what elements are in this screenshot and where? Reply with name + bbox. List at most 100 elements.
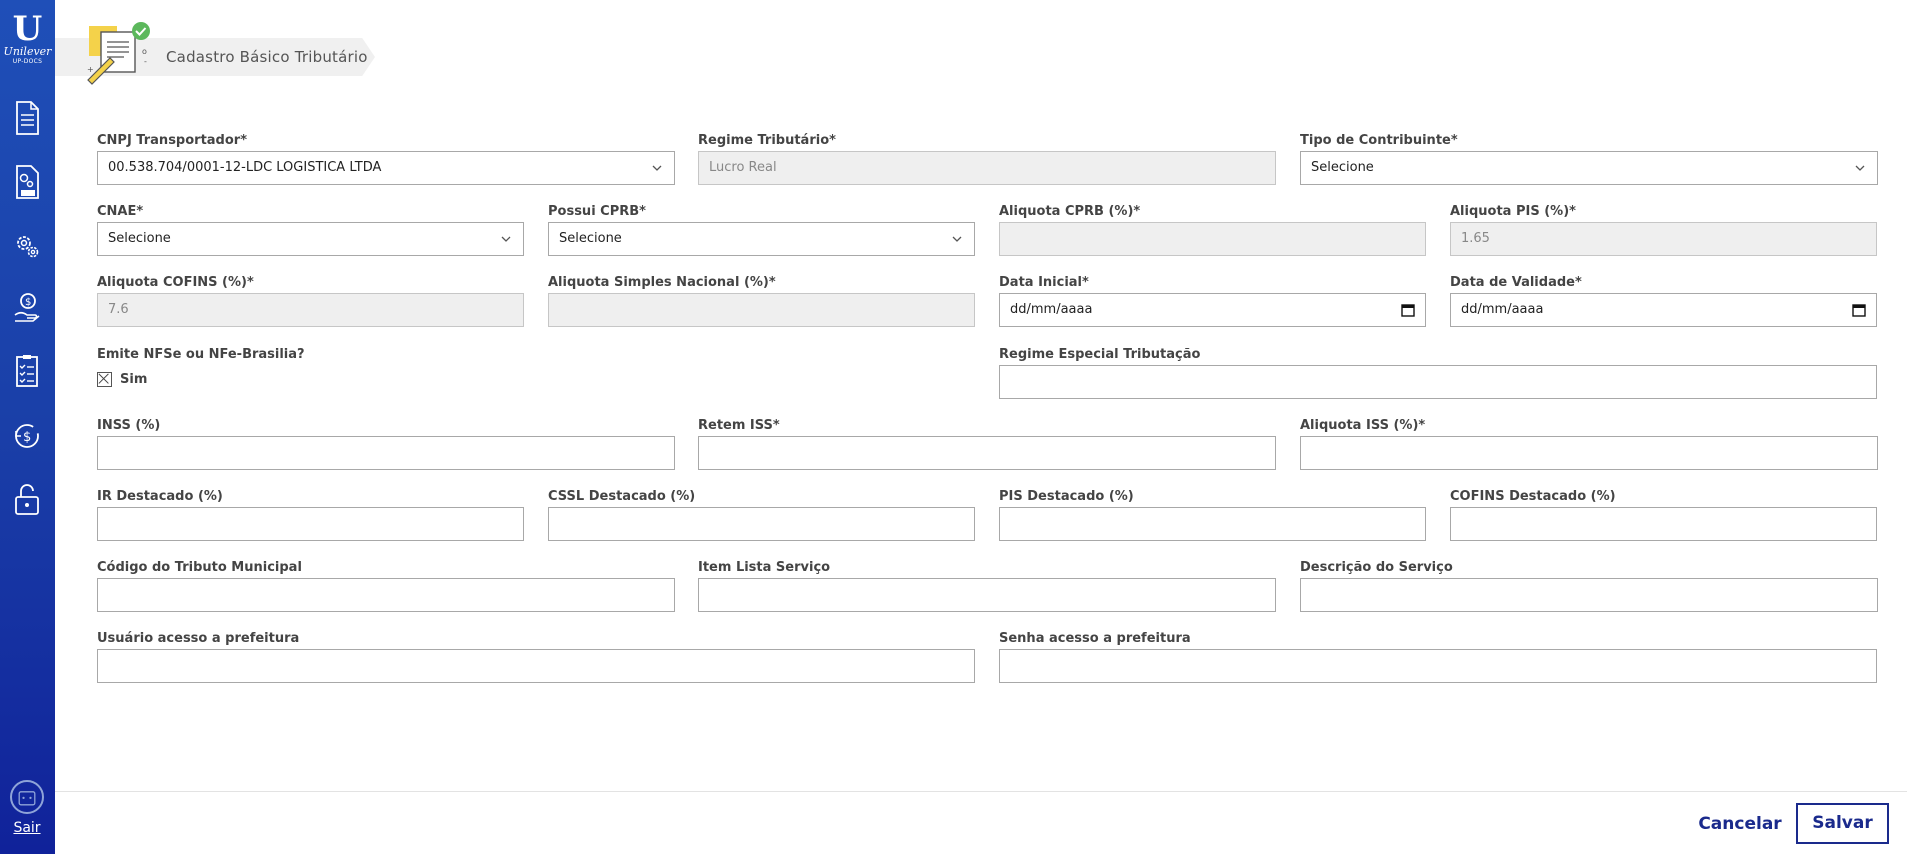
- emite-nfse-checkbox-row[interactable]: Sim: [97, 372, 147, 387]
- aliquota-iss-field: Aliquota ISS (%)*: [1300, 418, 1878, 470]
- money-hand-icon[interactable]: $: [12, 288, 42, 326]
- data-validade-input[interactable]: dd/mm/aaaa: [1450, 293, 1877, 327]
- calendar-icon[interactable]: [1852, 303, 1866, 317]
- aliquota-iss-label: Aliquota ISS (%)*: [1300, 418, 1426, 433]
- regime-especial-input[interactable]: [999, 365, 1877, 399]
- tax-document-icon: + o -: [84, 20, 154, 92]
- page-title: Cadastro Básico Tributário: [166, 48, 368, 66]
- ir-destacado-label: IR Destacado (%): [97, 489, 223, 504]
- data-inicial-input[interactable]: dd/mm/aaaa: [999, 293, 1426, 327]
- descricao-servico-field: Descrição do Serviço: [1300, 560, 1878, 612]
- cssl-destacado-field: CSSL Destacado (%): [548, 489, 975, 541]
- emite-nfse-checkbox[interactable]: [97, 372, 112, 387]
- save-button[interactable]: Salvar: [1796, 803, 1889, 844]
- retem-iss-field: Retem ISS*: [698, 418, 1276, 470]
- inss-input[interactable]: [97, 436, 675, 470]
- cnae-label: CNAE*: [97, 204, 144, 219]
- data-validade-value: dd/mm/aaaa: [1461, 302, 1544, 317]
- cnae-value: Selecione: [108, 231, 171, 246]
- svg-text:o: o: [142, 47, 147, 56]
- chevron-down-icon: [501, 236, 511, 242]
- tipo-contribuinte-field: Tipo de Contribuinte* Selecione: [1300, 133, 1878, 185]
- data-inicial-label: Data Inicial*: [999, 275, 1089, 290]
- refund-currency-icon[interactable]: $: [12, 417, 42, 455]
- emite-nfse-option-label: Sim: [120, 372, 148, 387]
- svg-text:$: $: [23, 430, 31, 445]
- senha-prefeitura-input[interactable]: [999, 649, 1877, 683]
- cnpj-value: 00.538.704/0001-12-LDC LOGISTICA LTDA: [108, 160, 382, 175]
- cnae-field: CNAE* Selecione: [97, 204, 524, 256]
- data-inicial-field: Data Inicial* dd/mm/aaaa: [999, 275, 1426, 327]
- item-lista-input[interactable]: [698, 578, 1276, 612]
- aliquota-cprb-label: Aliquota CPRB (%)*: [999, 204, 1141, 219]
- regime-tributario-label: Regime Tributário*: [698, 133, 836, 148]
- cofins-destacado-field: COFINS Destacado (%): [1450, 489, 1877, 541]
- possui-cprb-field: Possui CPRB* Selecione: [548, 204, 975, 256]
- regime-tributario-field: Regime Tributário* Lucro Real: [698, 133, 1276, 185]
- cnpj-select[interactable]: 00.538.704/0001-12-LDC LOGISTICA LTDA: [97, 151, 675, 185]
- sidebar: U Unilever UP-DOCS $ $ Sair: [0, 0, 55, 854]
- unilever-logo: U Unilever UP-DOCS: [0, 12, 55, 74]
- aliquota-cprb-input: [999, 222, 1426, 256]
- svg-text:-: -: [144, 57, 147, 66]
- svg-text:+: +: [87, 65, 94, 74]
- settings-gears-icon[interactable]: [12, 227, 42, 265]
- aliquota-cofins-label: Aliquota COFINS (%)*: [97, 275, 254, 290]
- pis-destacado-field: PIS Destacado (%): [999, 489, 1426, 541]
- exit-link[interactable]: Sair: [8, 820, 46, 836]
- regime-especial-label: Regime Especial Tributação: [999, 347, 1201, 362]
- descricao-servico-label: Descrição do Serviço: [1300, 560, 1453, 575]
- aliquota-pis-input: 1.65: [1450, 222, 1877, 256]
- codigo-tributo-input[interactable]: [97, 578, 675, 612]
- footer-divider: [55, 791, 1907, 792]
- aliquota-iss-input[interactable]: [1300, 436, 1878, 470]
- cancel-button[interactable]: Cancelar: [1690, 805, 1790, 843]
- exit-area: Sair: [8, 780, 46, 836]
- user-avatar-icon: [10, 780, 44, 814]
- aliquota-simples-label: Aliquota Simples Nacional (%)*: [548, 275, 776, 290]
- retem-iss-label: Retem ISS*: [698, 418, 780, 433]
- tipo-contribuinte-select[interactable]: Selecione: [1300, 151, 1878, 185]
- cssl-destacado-input[interactable]: [548, 507, 975, 541]
- chevron-down-icon: [952, 236, 962, 242]
- document-icon[interactable]: [12, 99, 42, 137]
- cnae-select[interactable]: Selecione: [97, 222, 524, 256]
- df-e-document-gear-icon[interactable]: [12, 163, 42, 201]
- usuario-prefeitura-input[interactable]: [97, 649, 975, 683]
- codigo-tributo-label: Código do Tributo Municipal: [97, 560, 302, 575]
- unlock-icon[interactable]: [12, 481, 42, 519]
- cssl-destacado-label: CSSL Destacado (%): [548, 489, 696, 504]
- cofins-destacado-input[interactable]: [1450, 507, 1877, 541]
- emite-nfse-label: Emite NFSe ou NFe-Brasilia?: [97, 347, 305, 362]
- ir-destacado-input[interactable]: [97, 507, 524, 541]
- senha-prefeitura-field: Senha acesso a prefeitura: [999, 631, 1877, 683]
- codigo-tributo-field: Código do Tributo Municipal: [97, 560, 675, 612]
- senha-prefeitura-label: Senha acesso a prefeitura: [999, 631, 1191, 646]
- aliquota-simples-field: Aliquota Simples Nacional (%)*: [548, 275, 975, 327]
- regime-especial-field: Regime Especial Tributação: [999, 347, 1877, 399]
- possui-cprb-select[interactable]: Selecione: [548, 222, 975, 256]
- calendar-icon[interactable]: [1401, 303, 1415, 317]
- cnpj-field: CNPJ Transportador* 00.538.704/0001-12-L…: [97, 133, 675, 185]
- logo-subtitle: UP-DOCS: [12, 58, 43, 65]
- retem-iss-input[interactable]: [698, 436, 1276, 470]
- emite-nfse-field: Emite NFSe ou NFe-Brasilia?: [97, 347, 524, 365]
- tipo-contribuinte-label: Tipo de Contribuinte*: [1300, 133, 1458, 148]
- pis-destacado-input[interactable]: [999, 507, 1426, 541]
- inss-field: INSS (%): [97, 418, 675, 470]
- cnpj-label: CNPJ Transportador*: [97, 133, 248, 148]
- data-validade-label: Data de Validade*: [1450, 275, 1582, 290]
- item-lista-label: Item Lista Serviço: [698, 560, 831, 575]
- data-validade-field: Data de Validade* dd/mm/aaaa: [1450, 275, 1877, 327]
- possui-cprb-value: Selecione: [559, 231, 622, 246]
- aliquota-simples-input: [548, 293, 975, 327]
- aliquota-pis-label: Aliquota PIS (%)*: [1450, 204, 1576, 219]
- checklist-icon[interactable]: [12, 352, 42, 390]
- inss-label: INSS (%): [97, 418, 161, 433]
- usuario-prefeitura-label: Usuário acesso a prefeitura: [97, 631, 300, 646]
- descricao-servico-input[interactable]: [1300, 578, 1878, 612]
- ir-destacado-field: IR Destacado (%): [97, 489, 524, 541]
- usuario-prefeitura-field: Usuário acesso a prefeitura: [97, 631, 975, 683]
- logo-brand: Unilever: [3, 45, 52, 58]
- item-lista-field: Item Lista Serviço: [698, 560, 1276, 612]
